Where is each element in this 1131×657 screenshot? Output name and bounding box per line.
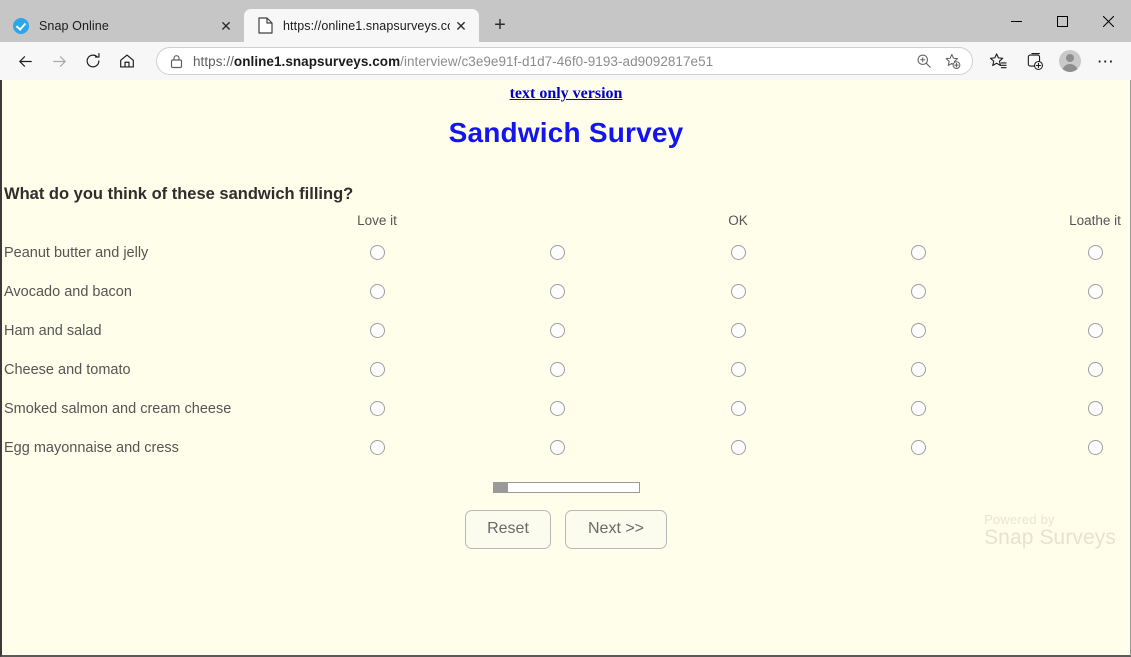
- rating-row-label: Peanut butter and jelly: [4, 244, 149, 261]
- tab-title: Snap Online: [39, 18, 109, 33]
- page-icon: [256, 17, 274, 35]
- radio-button-r1-c1[interactable]: [369, 245, 385, 260]
- window-controls: [993, 0, 1131, 42]
- add-favorite-star-icon[interactable]: [940, 49, 964, 73]
- new-tab-button[interactable]: +: [485, 10, 515, 40]
- tab-title: https://online1.snapsurveys.com: [283, 18, 450, 33]
- radio-button-r3-c2[interactable]: [549, 323, 565, 338]
- radio-button-r4-c5[interactable]: [1087, 362, 1103, 377]
- rating-row-label: Avocado and bacon: [4, 283, 132, 300]
- navigation-toolbar: https://online1.snapsurveys.com/intervie…: [0, 42, 1131, 80]
- rating-row: Avocado and bacon: [2, 272, 1130, 311]
- radio-button-r2-c3[interactable]: [730, 284, 746, 299]
- text-only-version-link[interactable]: text only version: [510, 85, 623, 102]
- avatar: [1059, 50, 1081, 72]
- back-arrow-icon[interactable]: [8, 46, 42, 76]
- url-path: /interview/c3e9e91f-d1d7-46f0-9193-ad909…: [400, 53, 714, 69]
- page-viewport: text only version Sandwich Survey What d…: [0, 80, 1131, 657]
- radio-button-r1-c4[interactable]: [910, 245, 926, 260]
- tab-close-icon[interactable]: ✕: [450, 15, 472, 37]
- reset-button[interactable]: Reset: [465, 510, 551, 549]
- ellipsis-glyph: ⋯: [1096, 51, 1116, 71]
- rating-row: Cheese and tomato: [2, 350, 1130, 389]
- progress-bar-fill: [493, 483, 508, 492]
- radio-button-r1-c2[interactable]: [549, 245, 565, 260]
- radio-button-r1-c5[interactable]: [1087, 245, 1103, 260]
- browser-tab-snapsurveys[interactable]: https://online1.snapsurveys.com ✕: [244, 9, 479, 42]
- url-text[interactable]: https://online1.snapsurveys.com/intervie…: [193, 54, 908, 69]
- scale-header: Love it OK Loathe it: [2, 213, 1130, 233]
- reload-icon[interactable]: [76, 46, 110, 76]
- radio-button-r6-c2[interactable]: [549, 440, 565, 455]
- tab-close-icon[interactable]: ✕: [215, 15, 237, 37]
- scale-label: Loathe it: [1069, 213, 1121, 228]
- radio-button-r5-c4[interactable]: [910, 401, 926, 416]
- rating-row: Ham and salad: [2, 311, 1130, 350]
- address-bar[interactable]: https://online1.snapsurveys.com/intervie…: [156, 47, 973, 75]
- radio-button-r5-c1[interactable]: [369, 401, 385, 416]
- form-buttons: Reset Next >>: [2, 510, 1130, 549]
- collections-icon[interactable]: [1017, 46, 1051, 76]
- lock-icon: [167, 54, 185, 69]
- radio-button-r6-c1[interactable]: [369, 440, 385, 455]
- check-circle-icon: [12, 17, 30, 35]
- text-only-version-row: text only version: [2, 80, 1130, 103]
- more-options-icon[interactable]: ⋯: [1089, 46, 1123, 76]
- profile-avatar-icon[interactable]: [1053, 46, 1087, 76]
- rating-row-label: Ham and salad: [4, 322, 102, 339]
- next-button[interactable]: Next >>: [565, 510, 667, 549]
- progress-bar-wrap: [2, 482, 1130, 493]
- progress-bar: [492, 482, 640, 493]
- radio-button-r5-c3[interactable]: [730, 401, 746, 416]
- radio-button-r6-c5[interactable]: [1087, 440, 1103, 455]
- rating-row: Smoked salmon and cream cheese: [2, 389, 1130, 428]
- radio-button-r4-c1[interactable]: [369, 362, 385, 377]
- radio-button-r3-c5[interactable]: [1087, 323, 1103, 338]
- snap-surveys-brand: Snap Surveys: [984, 525, 1116, 549]
- powered-by-label: Powered by: [984, 512, 1055, 528]
- radio-button-r5-c5[interactable]: [1087, 401, 1103, 416]
- tab-strip: Snap Online ✕ https://online1.snapsurvey…: [0, 0, 1131, 42]
- rating-row: Peanut butter and jelly: [2, 233, 1130, 272]
- rating-row-label: Cheese and tomato: [4, 361, 131, 378]
- radio-button-r4-c2[interactable]: [549, 362, 565, 377]
- radio-button-r4-c3[interactable]: [730, 362, 746, 377]
- url-scheme: https://: [193, 53, 234, 69]
- radio-button-r2-c2[interactable]: [549, 284, 565, 299]
- minimize-button[interactable]: [993, 5, 1039, 37]
- rating-row-label: Egg mayonnaise and cress: [4, 439, 179, 456]
- radio-button-r2-c5[interactable]: [1087, 284, 1103, 299]
- radio-button-r1-c3[interactable]: [730, 245, 746, 260]
- rating-row-label: Smoked salmon and cream cheese: [4, 400, 232, 417]
- radio-button-r6-c4[interactable]: [910, 440, 926, 455]
- scale-label: Love it: [357, 213, 397, 228]
- radio-button-r5-c2[interactable]: [549, 401, 565, 416]
- powered-by-watermark: Powered by Snap Surveys: [984, 513, 1116, 549]
- radio-button-r3-c1[interactable]: [369, 323, 385, 338]
- radio-button-r2-c1[interactable]: [369, 284, 385, 299]
- rating-row: Egg mayonnaise and cress: [2, 428, 1130, 467]
- radio-button-r3-c3[interactable]: [730, 323, 746, 338]
- question-text: What do you think of these sandwich fill…: [4, 185, 354, 203]
- radio-button-r4-c4[interactable]: [910, 362, 926, 377]
- close-window-button[interactable]: [1085, 5, 1131, 37]
- radio-button-r3-c4[interactable]: [910, 323, 926, 338]
- browser-tab-snap-online[interactable]: Snap Online ✕: [0, 9, 244, 42]
- maximize-button[interactable]: [1039, 5, 1085, 37]
- url-host: online1.snapsurveys.com: [233, 53, 401, 69]
- radio-button-r2-c4[interactable]: [910, 284, 926, 299]
- page-title: Sandwich Survey: [448, 117, 684, 148]
- scale-label: OK: [728, 213, 748, 228]
- zoom-in-icon[interactable]: [912, 49, 936, 73]
- survey-page: text only version Sandwich Survey What d…: [2, 80, 1130, 655]
- radio-button-r6-c3[interactable]: [730, 440, 746, 455]
- forward-arrow-icon: [42, 46, 76, 76]
- favorites-star-icon[interactable]: [981, 46, 1015, 76]
- browser-window: Snap Online ✕ https://online1.snapsurvey…: [0, 0, 1131, 657]
- home-icon[interactable]: [110, 46, 144, 76]
- rating-grid: Love it OK Loathe it Peanut butter and jel…: [2, 213, 1130, 467]
